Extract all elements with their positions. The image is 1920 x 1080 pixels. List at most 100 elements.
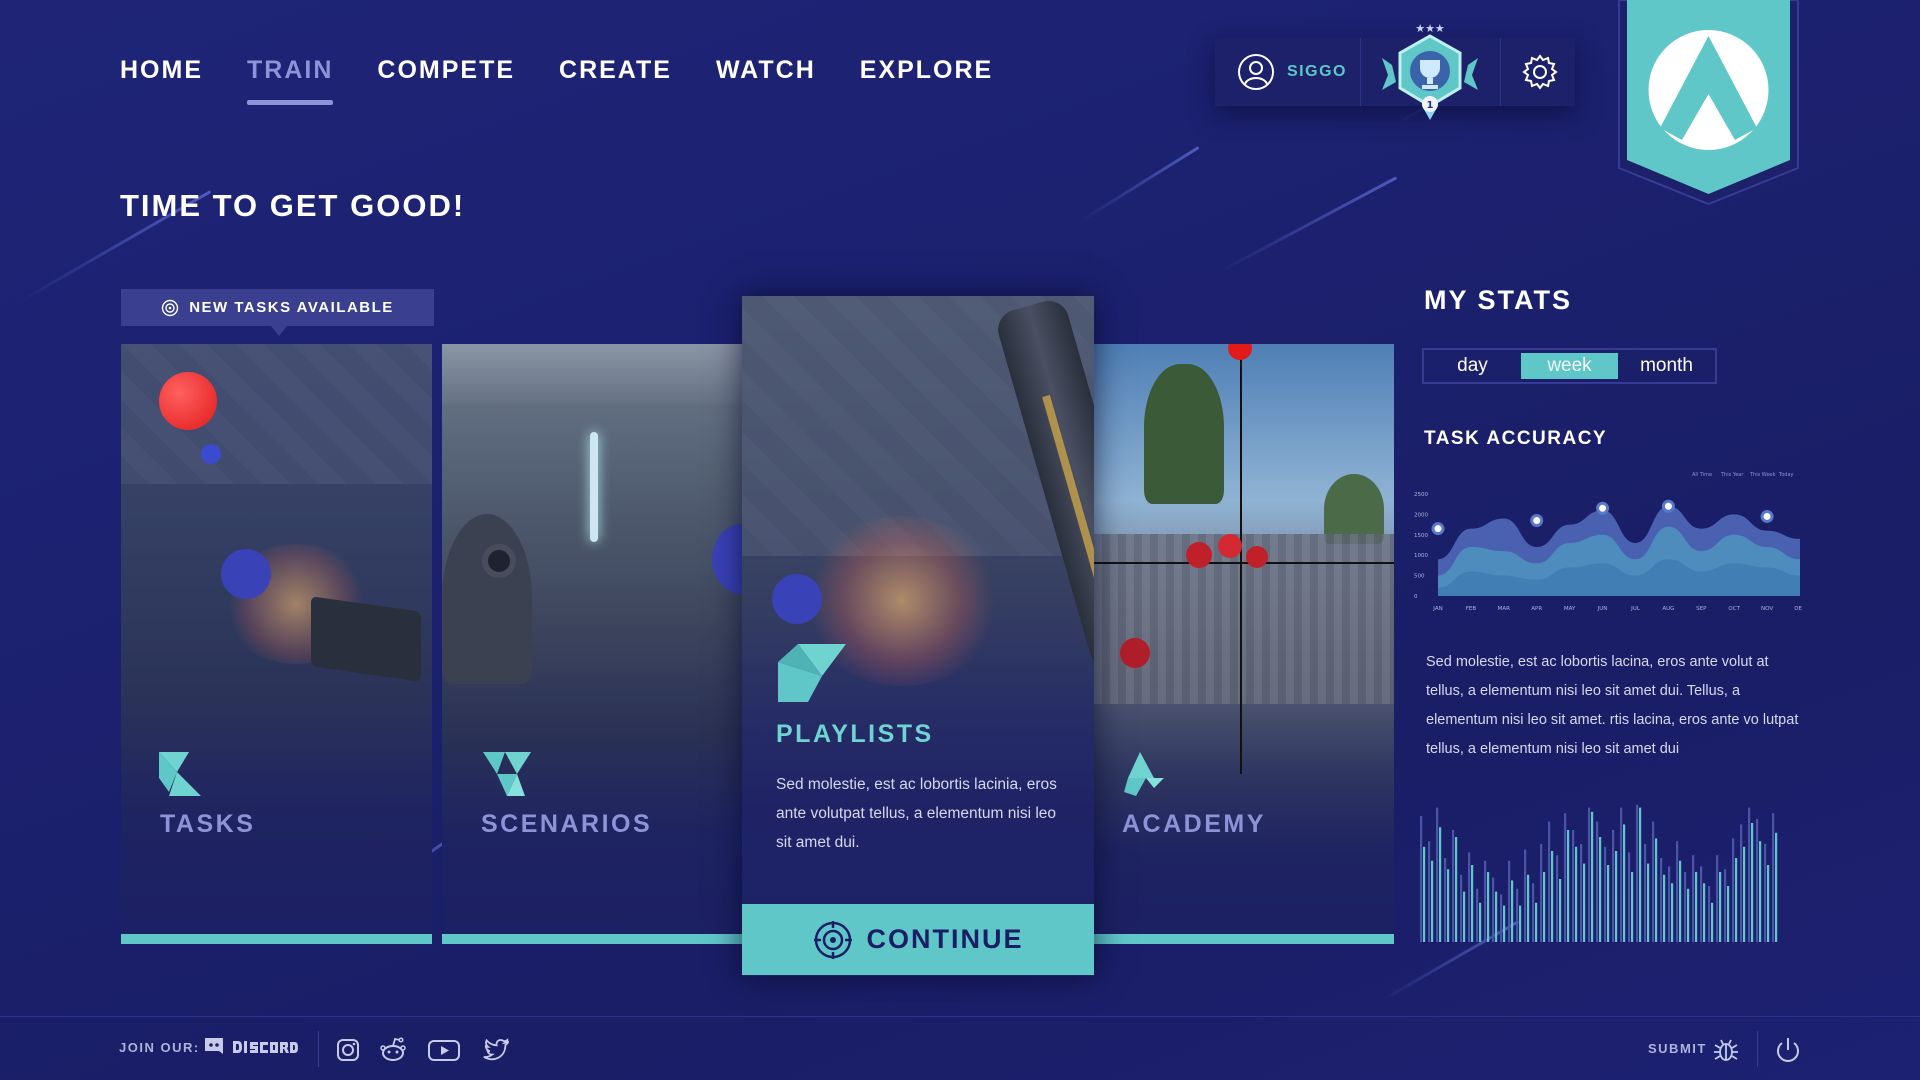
stats-title: MY STATS: [1424, 285, 1573, 315]
activity-bar: [1567, 830, 1570, 942]
bug-icon[interactable]: [1710, 1034, 1742, 1066]
x-tick-label: JUN: [1597, 606, 1608, 612]
activity-bar: [1516, 888, 1519, 942]
nav-watch[interactable]: WATCH: [716, 56, 816, 105]
activity-bar: [1692, 855, 1695, 942]
y-tick-label: 2500: [1414, 492, 1428, 498]
academy-label: ACADEMY: [1122, 810, 1266, 838]
x-tick-label: SEP: [1696, 606, 1707, 612]
scenarios-card[interactable]: SCENARIOS: [442, 344, 742, 944]
new-tasks-tag[interactable]: NEW TASKS AVAILABLE: [121, 289, 434, 336]
tasks-card[interactable]: TASKS: [121, 344, 432, 944]
activity-bar: [1724, 869, 1727, 942]
activity-bar: [1716, 855, 1719, 942]
user-profile-button[interactable]: SIGGO: [1215, 38, 1361, 106]
activity-bar: [1524, 849, 1527, 942]
scenarios-label: SCENARIOS: [481, 810, 653, 838]
activity-bar: [1588, 807, 1591, 942]
activity-bar: [1671, 883, 1674, 942]
youtube-icon[interactable]: [426, 1034, 462, 1066]
instagram-icon[interactable]: [332, 1034, 364, 1066]
svg-text:★★★: ★★★: [1415, 22, 1445, 35]
accuracy-marker: [1661, 499, 1675, 513]
activity-bar: [1708, 886, 1711, 942]
activity-bar: [1700, 866, 1703, 942]
page-title: TIME TO GET GOOD!: [120, 188, 466, 223]
period-day[interactable]: day: [1424, 350, 1521, 382]
activity-bar: [1484, 860, 1487, 942]
academy-progress: [1094, 934, 1394, 944]
activity-bar: [1548, 821, 1551, 942]
activity-bar: [1711, 902, 1714, 942]
activity-bar-chart: [1420, 804, 1778, 942]
activity-bar: [1519, 905, 1522, 942]
activity-bar: [1743, 846, 1746, 942]
activity-bar: [1652, 821, 1655, 942]
twitter-icon[interactable]: [480, 1034, 512, 1066]
activity-bar: [1495, 891, 1498, 942]
activity-bar: [1575, 846, 1578, 942]
activity-bar: [1439, 827, 1442, 942]
scenarios-icon: [483, 752, 531, 796]
nav-compete[interactable]: COMPETE: [377, 56, 515, 105]
academy-icon: [1124, 752, 1164, 796]
activity-bar: [1596, 821, 1599, 942]
x-tick-label: MAY: [1564, 606, 1576, 612]
continue-button[interactable]: CONTINUE: [742, 904, 1094, 975]
activity-bar: [1556, 855, 1559, 942]
academy-card[interactable]: ACADEMY: [1094, 344, 1394, 944]
nav-explore[interactable]: EXPLORE: [860, 56, 993, 105]
activity-bar: [1684, 872, 1687, 942]
x-tick-label: DEC: [1794, 606, 1802, 612]
activity-bar: [1748, 807, 1751, 942]
activity-bar: [1551, 851, 1554, 942]
period-month[interactable]: month: [1618, 350, 1715, 382]
gear-icon[interactable]: [1520, 52, 1560, 92]
activity-bar: [1631, 872, 1634, 942]
activity-bar: [1599, 837, 1602, 942]
x-tick-label: MAR: [1498, 606, 1511, 612]
submit-bug-link[interactable]: SUBMIT: [1648, 1041, 1707, 1056]
activity-bar: [1663, 874, 1666, 942]
rank-number: 1: [1427, 100, 1434, 111]
nav-create[interactable]: CREATE: [559, 56, 672, 105]
reddit-icon[interactable]: [377, 1034, 409, 1066]
discord-wordmark: [233, 1041, 298, 1053]
footer-divider: [1757, 1031, 1758, 1067]
x-tick-label: NOV: [1761, 606, 1773, 612]
activity-bar: [1559, 879, 1562, 942]
activity-bar: [1476, 888, 1479, 942]
scenarios-progress: [442, 934, 742, 944]
activity-bar: [1503, 905, 1506, 942]
activity-bar: [1636, 804, 1639, 942]
rank-badge-icon[interactable]: ★★★ 1: [1380, 20, 1480, 130]
activity-bar: [1455, 837, 1458, 942]
power-icon[interactable]: [1772, 1034, 1804, 1066]
nav-home[interactable]: HOME: [120, 56, 203, 105]
activity-bar: [1695, 872, 1698, 942]
activity-bar: [1628, 852, 1631, 942]
playlists-card[interactable]: [742, 296, 1094, 976]
y-tick-label: 1500: [1414, 533, 1428, 539]
period-week[interactable]: week: [1521, 353, 1618, 379]
activity-bar: [1620, 807, 1623, 942]
activity-bar: [1500, 894, 1503, 942]
nav-train[interactable]: TRAIN: [247, 56, 334, 105]
activity-bar: [1583, 863, 1586, 942]
activity-bar: [1727, 886, 1730, 942]
activity-bar: [1535, 902, 1538, 942]
discord-link[interactable]: [202, 1035, 298, 1059]
target-icon: [161, 299, 179, 316]
activity-bar: [1740, 824, 1743, 942]
activity-bar: [1540, 844, 1543, 942]
activity-bar: [1687, 888, 1690, 942]
crosshair-icon: [813, 920, 852, 959]
activity-bar: [1468, 852, 1471, 942]
accuracy-marker: [1530, 514, 1544, 528]
bg-streak: [1219, 176, 1398, 273]
legend-item: All Time: [1692, 472, 1712, 478]
join-label: JOIN OUR:: [119, 1040, 200, 1055]
accuracy-marker: [1596, 501, 1610, 515]
x-tick-label: AUG: [1662, 606, 1674, 612]
activity-bar: [1532, 883, 1535, 942]
